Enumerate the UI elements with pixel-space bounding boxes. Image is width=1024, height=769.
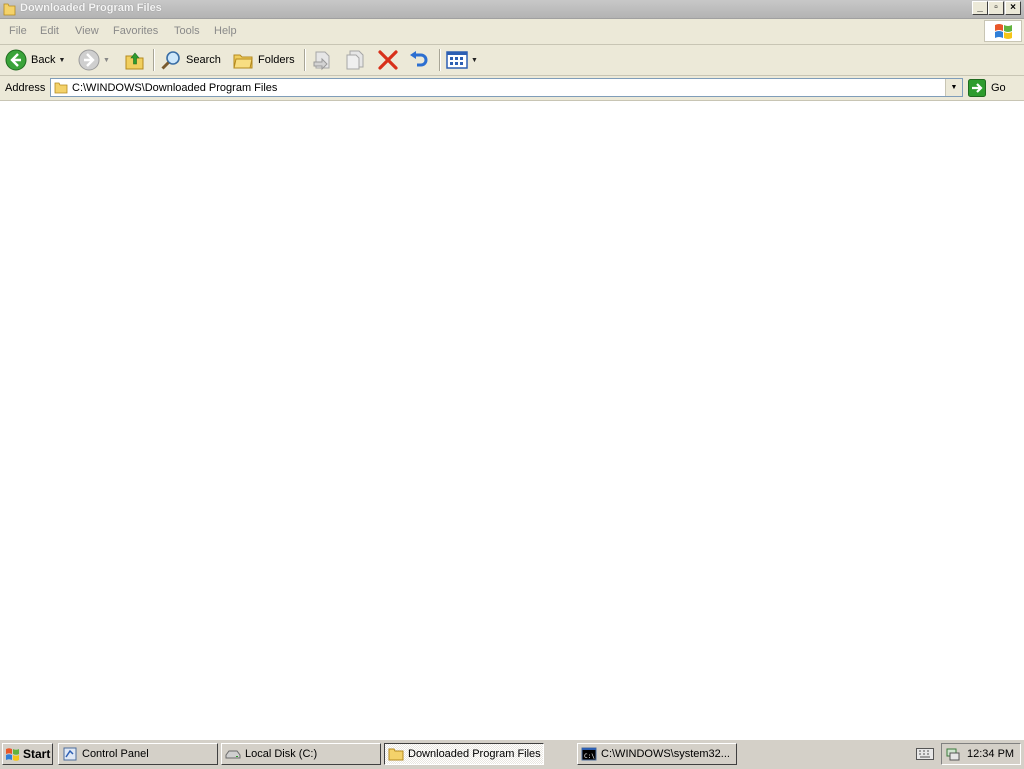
taskbar: Start Control Panel Local Disk (C:) Down…	[0, 739, 1024, 769]
network-icon[interactable]	[946, 747, 960, 761]
folders-label: Folders	[258, 54, 295, 66]
go-label: Go	[991, 82, 1006, 94]
folder-icon	[388, 748, 404, 761]
start-label: Start	[23, 747, 51, 761]
back-button[interactable]: Back ▼	[5, 48, 65, 72]
control-panel-icon	[63, 747, 77, 761]
move-to-button[interactable]	[312, 48, 334, 72]
address-bar: Address C:\WINDOWS\Downloaded Program Fi…	[0, 76, 1024, 101]
drive-icon	[225, 750, 241, 759]
menu-favorites[interactable]: Favorites	[113, 25, 158, 37]
address-value[interactable]: C:\WINDOWS\Downloaded Program Files	[72, 82, 277, 94]
move-to-icon	[313, 51, 330, 71]
toolbar-separator	[304, 49, 306, 71]
title-bar[interactable]: Downloaded Program Files _ ▫ ×	[0, 0, 1024, 19]
undo-button[interactable]	[408, 48, 430, 72]
system-tray: 12:34 PM	[941, 743, 1021, 765]
windows-flag-icon	[6, 747, 19, 761]
copy-to-button[interactable]	[344, 48, 366, 72]
folder-icon	[3, 3, 16, 16]
address-dropdown-button[interactable]: ▼	[945, 79, 962, 96]
views-dropdown-icon[interactable]: ▼	[471, 57, 478, 64]
taskbar-item-label: Local Disk (C:)	[245, 748, 318, 760]
search-icon	[161, 51, 180, 70]
back-label: Back	[31, 54, 56, 66]
forward-arrow-icon	[78, 49, 100, 71]
folders-button[interactable]: Folders	[232, 48, 295, 72]
go-arrow-icon	[968, 79, 986, 97]
copy-to-icon	[346, 50, 364, 70]
svg-text:C:\: C:\	[584, 753, 595, 760]
taskbar-item-command-prompt[interactable]: C:\ C:\WINDOWS\system32...	[577, 743, 737, 765]
up-button[interactable]	[124, 48, 146, 72]
menu-tools[interactable]: Tools	[174, 25, 200, 37]
standard-toolbar: Back ▼ ▼ Search Folders ▼	[0, 45, 1024, 76]
restore-button[interactable]: ▫	[988, 1, 1004, 15]
toolbar-separator	[439, 49, 441, 71]
keyboard-icon[interactable]	[916, 748, 934, 760]
views-button[interactable]: ▼	[446, 48, 478, 72]
address-input[interactable]: C:\WINDOWS\Downloaded Program Files ▼	[50, 78, 963, 97]
windows-logo	[984, 20, 1022, 42]
go-button[interactable]: Go	[968, 79, 1006, 97]
close-button[interactable]: ×	[1005, 1, 1021, 15]
views-grid-icon	[446, 51, 468, 69]
minimize-button[interactable]: _	[972, 1, 988, 15]
window-title: Downloaded Program Files	[20, 2, 162, 14]
menu-file[interactable]: File	[9, 25, 27, 37]
taskbar-item-label: Downloaded Program Files	[408, 748, 541, 760]
folder-up-icon	[125, 52, 144, 70]
forward-button[interactable]: ▼	[78, 48, 110, 72]
taskbar-item-local-disk[interactable]: Local Disk (C:)	[221, 743, 381, 765]
folder-content-area[interactable]	[0, 101, 1024, 739]
delete-button[interactable]	[377, 48, 399, 72]
forward-dropdown-icon[interactable]: ▼	[103, 57, 110, 64]
delete-x-icon	[378, 50, 398, 70]
start-button[interactable]: Start	[2, 743, 53, 765]
menu-bar: File Edit View Favorites Tools Help	[0, 19, 1024, 45]
address-label: Address	[5, 82, 46, 94]
taskbar-item-control-panel[interactable]: Control Panel	[58, 743, 218, 765]
undo-icon	[410, 51, 428, 67]
clock[interactable]: 12:34 PM	[967, 748, 1014, 760]
back-dropdown-icon[interactable]: ▼	[58, 57, 65, 64]
search-button[interactable]: Search	[160, 48, 221, 72]
menu-help[interactable]: Help	[214, 25, 237, 37]
folder-icon	[54, 82, 68, 94]
windows-flag-icon	[995, 24, 1012, 39]
menu-view[interactable]: View	[75, 25, 99, 37]
back-arrow-icon	[5, 49, 27, 71]
folders-icon	[233, 54, 253, 69]
menu-edit[interactable]: Edit	[40, 25, 59, 37]
taskbar-item-label: C:\WINDOWS\system32...	[601, 748, 730, 760]
taskbar-item-downloaded-program-files[interactable]: Downloaded Program Files	[384, 743, 544, 765]
taskbar-item-label: Control Panel	[82, 748, 149, 760]
toolbar-separator	[153, 49, 155, 71]
search-label: Search	[186, 54, 221, 66]
console-icon: C:\	[581, 747, 597, 761]
